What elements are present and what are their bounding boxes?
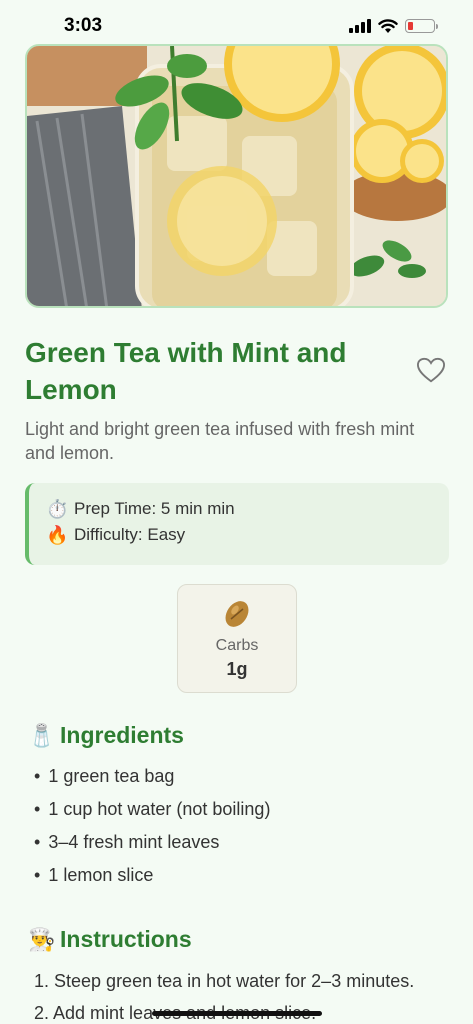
bean-icon (178, 599, 296, 629)
prep-time-row: ⏱️ Prep Time: 5 min min (46, 496, 449, 522)
fire-icon: 🔥 (46, 524, 69, 545)
chef-icon: 👨‍🍳 (28, 926, 56, 952)
salt-shaker-icon: 🧂 (28, 722, 56, 748)
ingredient-item: 1 cup hot water (not boiling) (34, 793, 270, 826)
status-bar: 3:03 (0, 0, 473, 44)
instructions-heading-text: Instructions (60, 926, 192, 952)
heart-outline-icon[interactable] (416, 356, 446, 384)
ingredients-heading: 🧂 Ingredients (28, 722, 184, 749)
recipe-hero-image (25, 44, 448, 308)
ingredient-item: 1 green tea bag (34, 760, 270, 793)
difficulty-text: Difficulty: Easy (74, 525, 186, 544)
recipe-title: Green Tea with Mint and Lemon (25, 337, 347, 405)
recipe-info-box: ⏱️ Prep Time: 5 min min 🔥 Difficulty: Ea… (25, 483, 449, 565)
ingredient-item: 3–4 fresh mint leaves (34, 826, 270, 859)
recipe-description: Light and bright green tea infused with … (25, 419, 415, 463)
wifi-icon (378, 18, 398, 33)
battery-icon (405, 19, 438, 33)
difficulty-row: 🔥 Difficulty: Easy (46, 522, 449, 548)
nutrition-label: Carbs (215, 637, 259, 654)
cellular-signal-icon (349, 19, 371, 33)
instruction-step: 1. Steep green tea in hot water for 2–3 … (34, 971, 415, 991)
home-indicator[interactable] (152, 1011, 322, 1016)
status-time: 3:03 (64, 15, 103, 36)
ingredients-list: 1 green tea bag 1 cup hot water (not boi… (34, 760, 270, 892)
nutrition-card-carbs: Carbs 1g (177, 584, 297, 693)
instructions-heading: 👨‍🍳 Instructions (28, 926, 192, 953)
stopwatch-icon: ⏱️ (46, 498, 69, 519)
nutrition-value: 1g (226, 659, 248, 679)
ingredients-heading-text: Ingredients (60, 722, 184, 748)
status-icons (349, 18, 438, 34)
prep-time-text: Prep Time: 5 min min (74, 499, 235, 518)
ingredient-item: 1 lemon slice (34, 859, 270, 892)
